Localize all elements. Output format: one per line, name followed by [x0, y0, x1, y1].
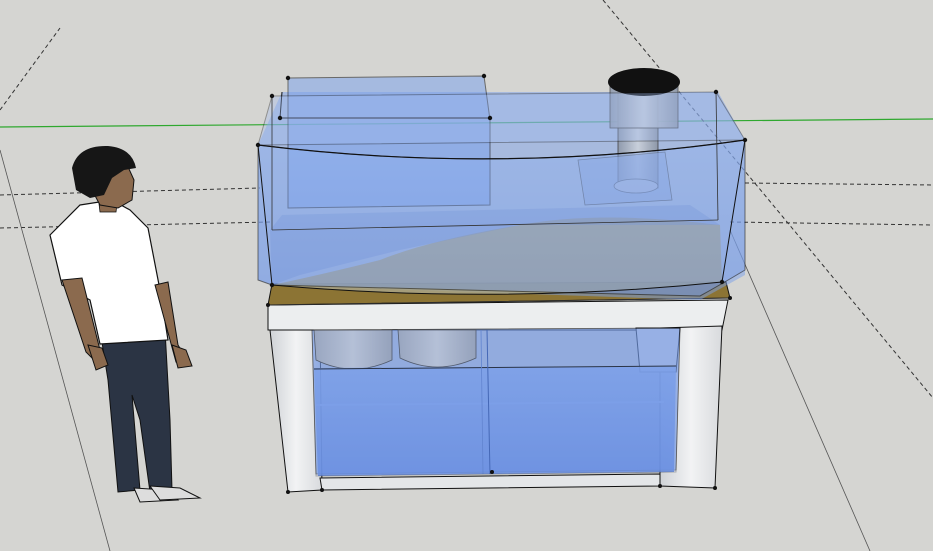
dashed-axis-right [729, 221, 933, 226]
tank-top-rim [257, 91, 746, 146]
dashed-axis-diag-left [0, 27, 61, 111]
sump-front-glass [311, 327, 681, 477]
person-hand-right [171, 344, 193, 369]
person-pants [99, 329, 173, 493]
solid-axis-right [729, 229, 871, 551]
tank-front-glass [257, 139, 746, 297]
sketchup-viewport[interactable] [0, 0, 933, 551]
display-tank[interactable] [255, 68, 748, 307]
stand-bottom-rail [319, 473, 661, 491]
person-shirt [49, 199, 169, 345]
stand-front-rail [267, 299, 729, 331]
aquarium-3d-model [0, 0, 933, 551]
scale-figure-person[interactable] [49, 145, 202, 503]
return-pipe-opening [608, 68, 680, 96]
dashed-axis-right-upper [744, 182, 933, 186]
sump-tank[interactable] [286, 327, 717, 494]
